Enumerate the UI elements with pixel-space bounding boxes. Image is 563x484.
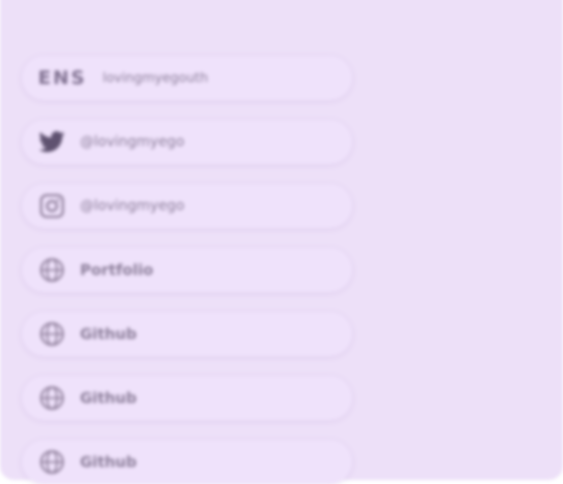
links-panel: ENS lovingmyegouth @lovingmyego @lovingm… — [0, 0, 563, 484]
globe-icon — [38, 256, 66, 284]
link-instagram[interactable]: @lovingmyego — [22, 184, 352, 228]
link-label: Portfolio — [80, 261, 154, 279]
link-github-2[interactable]: Github — [22, 376, 352, 420]
link-label: Github — [80, 453, 137, 471]
link-github-1[interactable]: Github — [22, 312, 352, 356]
link-label: @lovingmyego — [80, 198, 185, 214]
link-github-3[interactable]: Github — [22, 440, 352, 484]
link-ens[interactable]: ENS lovingmyegouth — [22, 56, 352, 100]
link-label: Github — [80, 389, 137, 407]
instagram-icon — [38, 192, 66, 220]
globe-icon — [38, 384, 66, 412]
link-label: lovingmyegouth — [102, 70, 209, 86]
link-label: @lovingmyego — [80, 134, 185, 150]
link-portfolio[interactable]: Portfolio — [22, 248, 352, 292]
globe-icon — [38, 320, 66, 348]
twitter-icon — [38, 128, 66, 156]
ens-logo: ENS — [38, 67, 87, 89]
globe-icon — [38, 448, 66, 476]
link-twitter[interactable]: @lovingmyego — [22, 120, 352, 164]
link-label: Github — [80, 325, 137, 343]
